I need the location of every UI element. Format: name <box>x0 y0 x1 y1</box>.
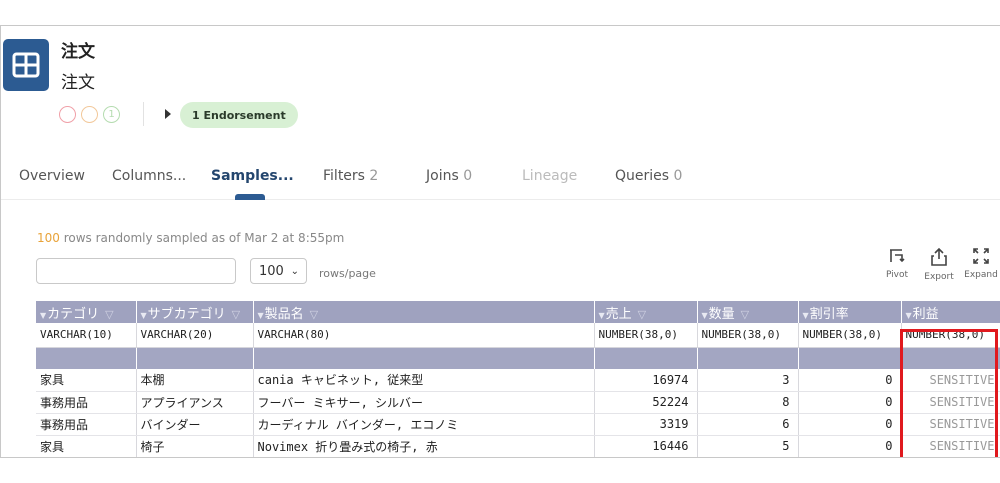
divider <box>143 102 144 126</box>
expand-caret-icon[interactable] <box>165 109 171 119</box>
column-filter-cell[interactable] <box>36 347 137 369</box>
tab-columns[interactable]: Columns... <box>112 168 186 184</box>
status-indicators: 1 <box>59 106 120 123</box>
expand-icon <box>973 248 989 264</box>
column-filter-cell[interactable] <box>798 347 902 369</box>
pivot-icon <box>890 249 905 263</box>
sample-row-count: 100 <box>37 231 60 245</box>
search-input[interactable] <box>36 258 236 284</box>
page-subtitle: 注文 <box>61 73 95 93</box>
pivot-label: Pivot <box>885 270 909 280</box>
filter-icon[interactable]: ▽ <box>232 308 240 321</box>
rows-per-page-label: rows/page <box>319 267 376 280</box>
column-header[interactable]: ▼売上 ▽ <box>594 301 698 323</box>
endorsement-badge[interactable]: 1 Endorsement <box>180 102 298 128</box>
table-cell: バインダー <box>136 413 254 436</box>
tab-count: 0 <box>463 168 473 184</box>
chevron-down-icon: ⌄ <box>290 265 299 277</box>
column-header[interactable]: ▼利益 <box>901 301 1000 323</box>
export-label: Export <box>924 272 954 282</box>
status-circle-green[interactable]: 1 <box>103 106 120 123</box>
table-cell: 3319 <box>594 413 698 436</box>
page-title: 注文 <box>61 42 95 62</box>
rows-per-page-value: 100 <box>259 263 284 279</box>
table-row: 事務用品 アプライアンス フーバー ミキサー, シルバー 52224 8 0 S… <box>36 391 1000 414</box>
sample-info: 100 rows randomly sampled as of Mar 2 at… <box>37 231 344 245</box>
export-icon <box>931 247 947 266</box>
table-cell: 6 <box>697 413 799 436</box>
table-cell: 8 <box>697 391 799 414</box>
column-header-row: ▼カテゴリ ▽ ▼サブカテゴリ ▽ ▼製品名 ▽ ▼売上 ▽ ▼数量 ▽ ▼割引率 ▼利益 <box>36 301 1000 323</box>
column-filter-cell[interactable] <box>697 347 799 369</box>
table-cell: 0 <box>798 369 902 392</box>
table-cell: 家具 <box>36 435 137 457</box>
filter-icon[interactable]: ▽ <box>105 308 113 321</box>
column-header[interactable]: ▼数量 ▽ <box>697 301 799 323</box>
tab-count: 2 <box>369 168 379 184</box>
table-cell: 椅子 <box>136 435 254 457</box>
table-row: 家具 椅子 Novimex 折り畳み式の椅子, 赤 16446 5 0 SENS… <box>36 435 1000 457</box>
filter-icon[interactable]: ▽ <box>310 308 318 321</box>
table-cell: フーバー ミキサー, シルバー <box>253 391 595 414</box>
table-cell: 事務用品 <box>36 413 137 436</box>
column-type: NUMBER(38,0) <box>594 323 698 348</box>
status-circle-orange[interactable] <box>81 106 98 123</box>
status-circle-count: 1 <box>108 109 115 120</box>
expand-button[interactable]: Expand <box>961 247 1000 280</box>
table-row: 家具 本棚 cania キャビネット, 従来型 16974 3 0 SENSIT… <box>36 369 1000 392</box>
column-header[interactable]: ▼サブカテゴリ ▽ <box>136 301 254 323</box>
table-cell: 16446 <box>594 435 698 457</box>
samples-table: ▼カテゴリ ▽ ▼サブカテゴリ ▽ ▼製品名 ▽ ▼売上 ▽ ▼数量 ▽ ▼割引率 ▼利益… <box>36 301 1000 457</box>
table-cell: 0 <box>798 435 902 457</box>
column-type: VARCHAR(20) <box>136 323 254 348</box>
tab-bar: Overview Columns... Samples... Filters 2… <box>1 162 1000 200</box>
active-tab-indicator <box>235 194 265 200</box>
filter-icon[interactable]: ▽ <box>741 308 749 321</box>
table-cell: 0 <box>798 391 902 414</box>
column-filter-cell[interactable] <box>594 347 698 369</box>
status-circle-red[interactable] <box>59 106 76 123</box>
column-header[interactable]: ▼カテゴリ ▽ <box>36 301 137 323</box>
column-filter-cell[interactable] <box>136 347 254 369</box>
table-cell: カーディナル バインダー, エコノミ <box>253 413 595 436</box>
rows-per-page-select[interactable]: 100 ⌄ <box>250 258 307 284</box>
column-type: VARCHAR(10) <box>36 323 137 348</box>
column-type: NUMBER(38,0) <box>798 323 902 348</box>
table-cell: 事務用品 <box>36 391 137 414</box>
tab-overview[interactable]: Overview <box>19 168 85 184</box>
column-header[interactable]: ▼割引率 <box>798 301 902 323</box>
column-type: VARCHAR(80) <box>253 323 595 348</box>
table-cell: 52224 <box>594 391 698 414</box>
table-cell: 家具 <box>36 369 137 392</box>
pivot-button[interactable]: Pivot <box>877 247 917 280</box>
filter-icon[interactable]: ▽ <box>638 308 646 321</box>
table-cell: 5 <box>697 435 799 457</box>
table-cell: Novimex 折り畳み式の椅子, 赤 <box>253 435 595 457</box>
table-cell: 16974 <box>594 369 698 392</box>
column-header[interactable]: ▼製品名 ▽ <box>253 301 595 323</box>
table-cell: 本棚 <box>136 369 254 392</box>
table-icon <box>3 39 49 91</box>
column-filter-cell[interactable] <box>253 347 595 369</box>
expand-label: Expand <box>964 270 998 280</box>
table-cell: 3 <box>697 369 799 392</box>
table-cell: cania キャビネット, 従来型 <box>253 369 595 392</box>
table-cell: アプライアンス <box>136 391 254 414</box>
column-type-row: VARCHAR(10) VARCHAR(20) VARCHAR(80) NUMB… <box>36 323 1000 348</box>
tab-lineage: Lineage <box>522 168 578 184</box>
tab-joins[interactable]: Joins 0 <box>426 168 472 184</box>
table-cell: 0 <box>798 413 902 436</box>
page-frame: 注文 注文 1 1 Endorsement Overview Columns..… <box>0 25 1000 458</box>
tab-count: 0 <box>673 168 683 184</box>
sensitive-column-highlight <box>900 329 998 457</box>
column-type: NUMBER(38,0) <box>697 323 799 348</box>
column-filter-row <box>36 347 1000 369</box>
table-row: 事務用品 バインダー カーディナル バインダー, エコノミ 3319 6 0 S… <box>36 413 1000 436</box>
tab-filters[interactable]: Filters 2 <box>323 168 378 184</box>
tab-samples[interactable]: Samples... <box>211 168 294 184</box>
export-button[interactable]: Export <box>919 247 959 282</box>
sample-info-text: rows randomly sampled as of Mar 2 at 8:5… <box>63 231 345 245</box>
tab-queries[interactable]: Queries 0 <box>615 168 682 184</box>
